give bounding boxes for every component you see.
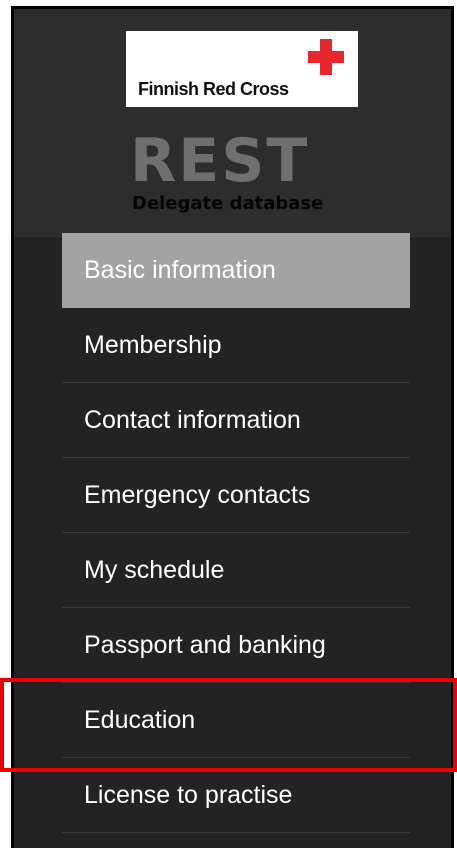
sidebar-item-emergency-contacts[interactable]: Emergency contacts — [62, 458, 410, 533]
sidebar-item-contact-information[interactable]: Contact information — [62, 383, 410, 458]
sidebar-header: Finnish Red Cross REST Delegate database — [14, 9, 451, 237]
sidebar-item-my-schedule[interactable]: My schedule — [62, 533, 410, 608]
app-subtitle: Delegate database — [132, 193, 324, 214]
sidebar-item-license-to-practise[interactable]: License to practise — [62, 758, 410, 833]
app-title: REST — [130, 126, 310, 196]
sidebar-item-membership[interactable]: Membership — [62, 308, 410, 383]
sidebar-item-passport-and-banking[interactable]: Passport and banking — [62, 608, 410, 683]
logo-text: Finnish Red Cross — [138, 79, 289, 99]
sidebar-item-education[interactable]: Education — [62, 683, 410, 758]
sidebar-nav: Basic information Membership Contact inf… — [62, 233, 410, 833]
finnish-red-cross-logo[interactable]: Finnish Red Cross — [126, 31, 358, 107]
red-cross-icon — [308, 39, 344, 75]
sidebar-panel: Finnish Red Cross REST Delegate database… — [11, 6, 454, 848]
sidebar-item-basic-information[interactable]: Basic information — [62, 233, 410, 308]
